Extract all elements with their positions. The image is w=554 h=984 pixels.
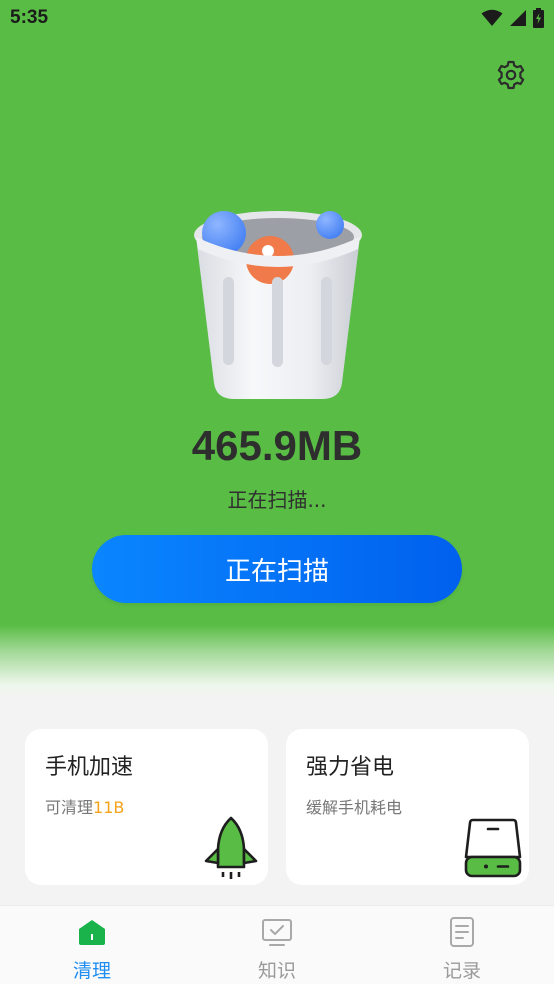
card-power-saving[interactable]: 强力省电 缓解手机耗电 — [286, 729, 529, 885]
card-subtitle: 缓解手机耗电 — [306, 798, 403, 817]
status-icons — [481, 8, 544, 28]
document-icon — [450, 917, 474, 947]
scan-button[interactable]: 正在扫描 — [92, 535, 462, 603]
status-bar: 5:35 — [0, 0, 554, 38]
tab-label: 清理 — [72, 960, 111, 982]
scan-status-text: 正在扫描... — [227, 488, 327, 512]
gear-icon — [497, 60, 525, 90]
tab-clean[interactable]: 清理 — [0, 906, 184, 984]
card-subtitle: 可清理11B — [45, 798, 125, 817]
rocket-icon — [204, 816, 258, 879]
card-phone-speedup[interactable]: 手机加速 可清理11B — [25, 729, 268, 885]
settings-button[interactable] — [493, 57, 529, 93]
home-icon — [79, 920, 105, 945]
wifi-icon — [481, 9, 503, 26]
card-title: 强力省电 — [306, 755, 395, 780]
bottom-tab-bar: 清理 知识 记录 — [0, 905, 554, 984]
tab-records[interactable]: 记录 — [370, 906, 554, 984]
tab-label: 知识 — [257, 960, 296, 982]
tab-label: 记录 — [442, 960, 481, 982]
monitor-check-icon — [262, 919, 292, 946]
cleanable-size: 11B — [93, 798, 125, 817]
signal-icon — [510, 10, 526, 26]
junk-size: 465.9MB — [191, 422, 363, 469]
card-title: 手机加速 — [45, 755, 134, 780]
battery-icon — [464, 818, 522, 878]
tab-knowledge[interactable]: 知识 — [185, 906, 369, 984]
status-time: 5:35 — [10, 7, 49, 28]
battery-status-icon — [533, 8, 544, 28]
trash-can-illustration — [194, 211, 362, 399]
